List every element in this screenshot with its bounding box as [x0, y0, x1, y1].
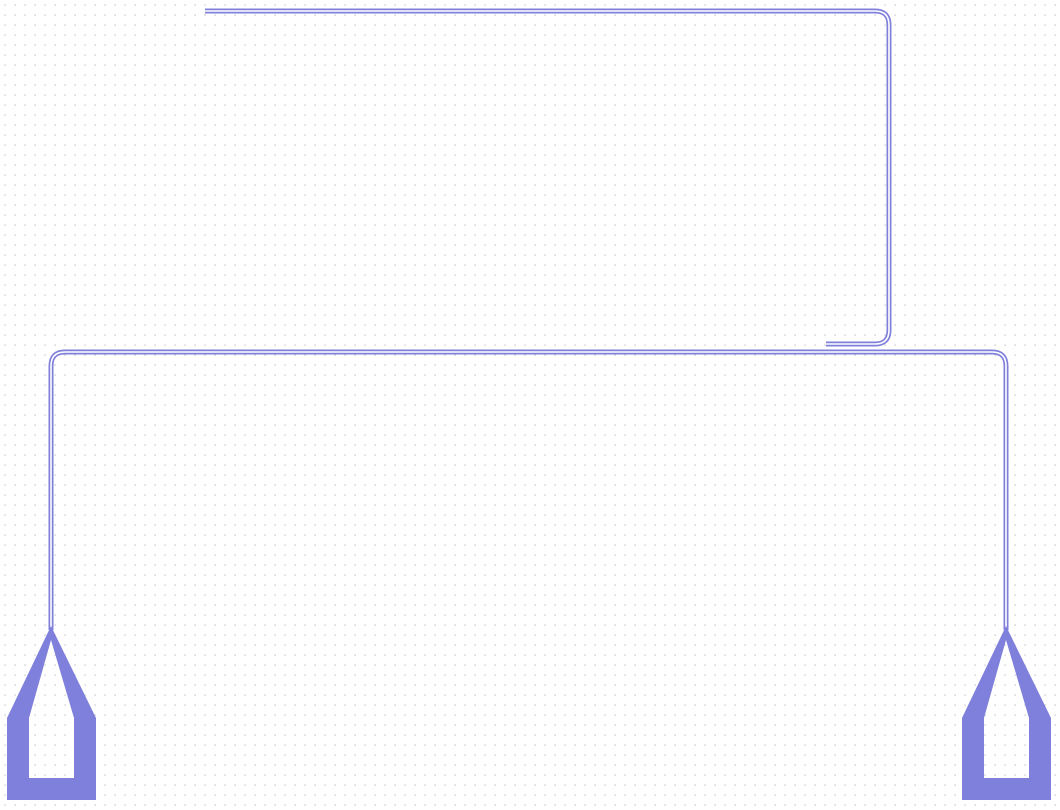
grid-background	[0, 0, 1060, 810]
layout-canvas	[0, 0, 1060, 810]
